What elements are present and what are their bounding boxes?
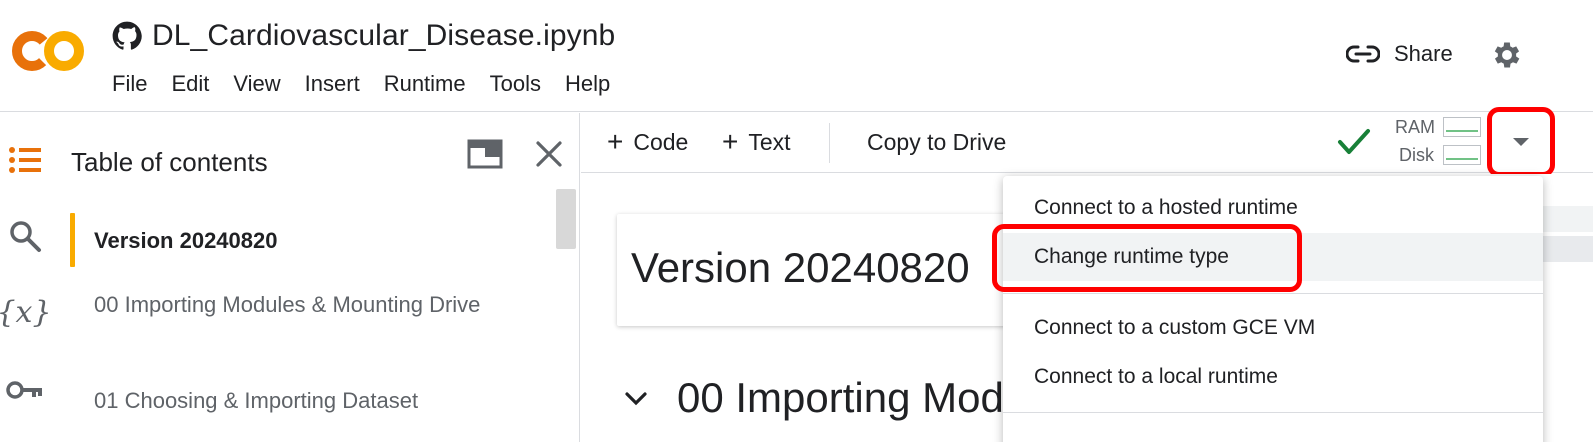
toc-active-indicator [70, 213, 75, 267]
github-icon[interactable] [112, 21, 142, 51]
link-icon [1346, 45, 1380, 63]
menu-view[interactable]: View [233, 71, 280, 97]
colab-logo[interactable] [12, 26, 86, 76]
menu-runtime[interactable]: Runtime [384, 71, 466, 97]
menu-help[interactable]: Help [565, 71, 610, 97]
share-label: Share [1394, 41, 1453, 66]
disk-usage-graph[interactable] [1443, 145, 1481, 165]
colab-window: DL_Cardiovascular_Disease.ipynb File Edi… [0, 0, 1593, 442]
menu-item-connect-local[interactable]: Connect to a local runtime [1003, 353, 1543, 401]
app-header: DL_Cardiovascular_Disease.ipynb File Edi… [0, 0, 1593, 112]
left-rail: {x} [0, 113, 60, 442]
toc-item-choosing-dataset[interactable]: 01 Choosing & Importing Dataset [94, 386, 494, 416]
share-button[interactable]: Share [1346, 36, 1453, 72]
menu-bar: File Edit View Insert Runtime Tools Help [112, 68, 634, 100]
toc-item-importing-modules[interactable]: 00 Importing Modules & Mounting Drive [94, 290, 494, 320]
copy-to-drive-label: Copy to Drive [867, 128, 1007, 155]
notebook-toolbar: + Code + Text Copy to Drive RAM Disk [581, 107, 1593, 177]
menu-tools[interactable]: Tools [490, 71, 541, 97]
menu-file[interactable]: File [112, 71, 147, 97]
search-icon[interactable] [6, 217, 44, 255]
caret-down-icon [1513, 138, 1529, 146]
section-heading: 00 Importing Modu [677, 374, 1028, 421]
add-code-button[interactable]: + Code [607, 127, 688, 157]
variables-symbol: {x} [0, 294, 52, 330]
copy-to-drive-button[interactable]: Copy to Drive [867, 127, 1006, 157]
disk-label: Disk [1399, 145, 1434, 165]
toc-panel: Table of contents Version 20240820 00 Im… [60, 113, 580, 442]
close-icon[interactable] [534, 139, 564, 169]
add-text-button[interactable]: + Text [722, 127, 791, 157]
cell-toolbar-strip-2 [1543, 236, 1593, 262]
connected-check-icon [1338, 129, 1370, 154]
ram-label: RAM [1395, 117, 1435, 137]
plus-icon: + [722, 126, 739, 157]
key-icon[interactable] [6, 371, 44, 409]
plus-icon: + [607, 126, 624, 157]
menu-item-connect-hosted[interactable]: Connect to a hosted runtime [1003, 184, 1543, 232]
menu-divider [1003, 412, 1543, 413]
toc-list-icon[interactable] [6, 141, 44, 179]
toc-scrollbar[interactable] [556, 189, 576, 249]
title-row: DL_Cardiovascular_Disease.ipynb [112, 16, 615, 56]
toc-title: Table of contents [71, 147, 268, 177]
gear-icon[interactable] [1490, 38, 1524, 72]
cell-heading: Version 20240820 [631, 244, 970, 291]
runtime-dropdown-toggle[interactable] [1487, 107, 1555, 177]
menu-divider [1003, 293, 1543, 294]
add-code-label: Code [633, 128, 689, 155]
open-in-tab-icon[interactable] [467, 139, 503, 169]
add-text-label: Text [748, 128, 791, 155]
toolbar-divider [829, 123, 830, 163]
runtime-dropdown-menu: Connect to a hosted runtime Change runti… [1003, 176, 1543, 442]
notebook-title[interactable]: DL_Cardiovascular_Disease.ipynb [152, 19, 615, 53]
ram-usage-graph[interactable] [1443, 117, 1481, 137]
cell-toolbar-strip [1543, 206, 1593, 232]
menu-item-connect-gce-vm[interactable]: Connect to a custom GCE VM [1003, 304, 1543, 352]
menu-item-change-runtime-type[interactable]: Change runtime type [1003, 233, 1543, 281]
menu-edit[interactable]: Edit [171, 71, 209, 97]
menu-insert[interactable]: Insert [305, 71, 360, 97]
toc-item-version[interactable]: Version 20240820 [94, 226, 494, 256]
variables-icon[interactable]: {x} [0, 293, 52, 331]
chevron-down-icon[interactable] [621, 384, 651, 414]
